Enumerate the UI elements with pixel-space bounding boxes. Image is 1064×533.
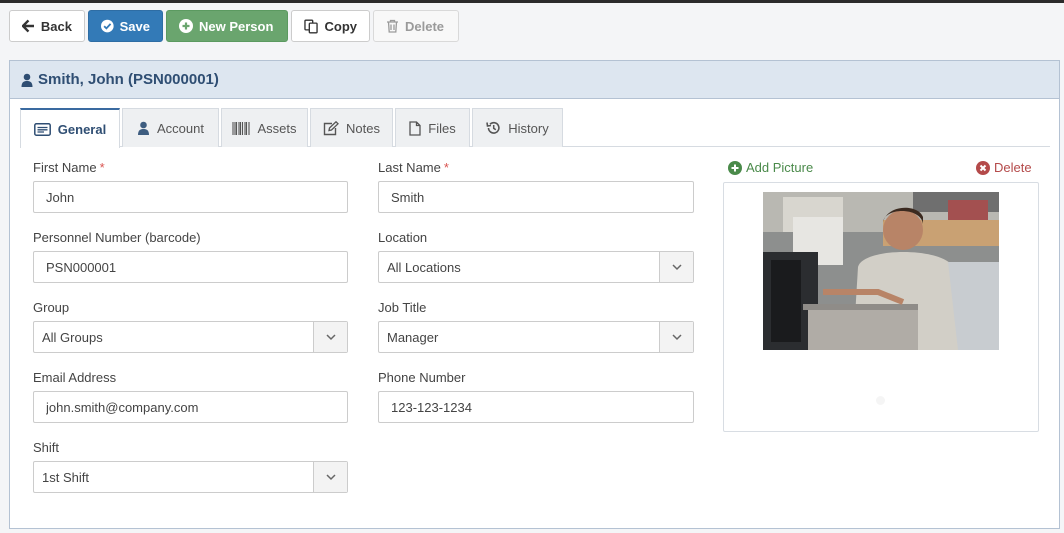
check-circle-icon	[101, 19, 114, 33]
chevron-down-icon	[659, 252, 693, 282]
page-title: Smith, John (PSN000001)	[38, 71, 219, 88]
barcode-icon	[232, 121, 251, 135]
person-panel: Smith, John (PSN000001) General Account …	[9, 60, 1060, 529]
delete-picture-link[interactable]: Delete	[976, 160, 1032, 175]
group-select[interactable]: All Groups	[33, 321, 348, 353]
tab-history[interactable]: History	[472, 108, 563, 147]
plus-circle-icon	[179, 19, 193, 33]
tab-general[interactable]: General	[20, 108, 120, 148]
tab-assets[interactable]: Assets	[221, 108, 308, 147]
trash-icon	[387, 19, 398, 33]
personnel-number-input[interactable]	[33, 251, 348, 283]
first-name-input[interactable]	[33, 181, 348, 213]
file-icon	[409, 120, 421, 136]
personnel-number-label: Personnel Number (barcode)	[33, 230, 201, 245]
edit-icon	[323, 120, 339, 135]
tab-files[interactable]: Files	[395, 108, 470, 147]
chevron-down-icon	[659, 322, 693, 352]
picture-box	[723, 182, 1039, 432]
required-marker: *	[443, 160, 449, 175]
save-button[interactable]: Save	[88, 10, 163, 42]
tab-bar: General Account Assets Notes Files Histo…	[20, 108, 1050, 148]
shift-select-value: 1st Shift	[42, 469, 89, 485]
email-input[interactable]	[33, 391, 348, 423]
tab-files-label: Files	[428, 120, 456, 136]
job-title-select-value: Manager	[387, 329, 439, 345]
panel-header: Smith, John (PSN000001)	[10, 61, 1059, 99]
required-marker: *	[99, 160, 105, 175]
tab-account[interactable]: Account	[122, 108, 219, 147]
group-select-value: All Groups	[42, 329, 103, 345]
tab-account-label: Account	[157, 120, 204, 136]
new-person-button[interactable]: New Person	[166, 10, 288, 42]
tab-notes[interactable]: Notes	[310, 108, 393, 147]
location-select[interactable]: All Locations	[378, 251, 694, 283]
last-name-input[interactable]	[378, 181, 694, 213]
shift-label: Shift	[33, 440, 60, 455]
id-card-icon	[33, 122, 51, 136]
phone-input[interactable]	[378, 391, 694, 423]
back-label: Back	[40, 18, 72, 34]
location-label: Location	[378, 230, 428, 245]
copy-label: Copy	[324, 18, 358, 34]
copy-icon	[304, 19, 318, 33]
tab-assets-label: Assets	[257, 120, 297, 136]
group-label: Group	[33, 300, 70, 315]
chevron-down-icon	[313, 322, 347, 352]
shift-select[interactable]: 1st Shift	[33, 461, 348, 493]
user-icon	[21, 73, 33, 87]
delete-button[interactable]: Delete	[373, 10, 459, 42]
history-icon	[486, 121, 500, 134]
copy-button[interactable]: Copy	[291, 10, 370, 42]
save-label: Save	[119, 18, 150, 34]
user-icon	[138, 121, 149, 135]
plus-circle-icon	[728, 160, 742, 175]
chevron-down-icon	[313, 462, 347, 492]
delete-label: Delete	[405, 18, 445, 34]
add-picture-label: Add Picture	[746, 160, 814, 175]
carousel-dot[interactable]	[876, 396, 885, 405]
tab-history-label: History	[508, 120, 549, 136]
job-title-label: Job Title	[378, 300, 427, 315]
first-name-label: First Name *	[33, 160, 105, 175]
window-top-border	[0, 0, 1064, 3]
add-picture-link[interactable]: Add Picture	[728, 160, 813, 175]
location-select-value: All Locations	[387, 259, 461, 275]
person-photo	[763, 192, 999, 350]
last-name-label: Last Name *	[378, 160, 449, 175]
toolbar: Back Save New Person Copy Delete	[9, 10, 459, 42]
phone-label: Phone Number	[378, 370, 466, 385]
job-title-select[interactable]: Manager	[378, 321, 694, 353]
email-label: Email Address	[33, 370, 117, 385]
back-button[interactable]: Back	[9, 10, 85, 42]
arrow-left-icon	[22, 19, 34, 33]
delete-picture-label: Delete	[994, 160, 1032, 175]
new-person-label: New Person	[199, 18, 274, 34]
tab-notes-label: Notes	[346, 120, 380, 136]
close-circle-icon	[976, 160, 990, 175]
tab-general-label: General	[57, 121, 107, 137]
